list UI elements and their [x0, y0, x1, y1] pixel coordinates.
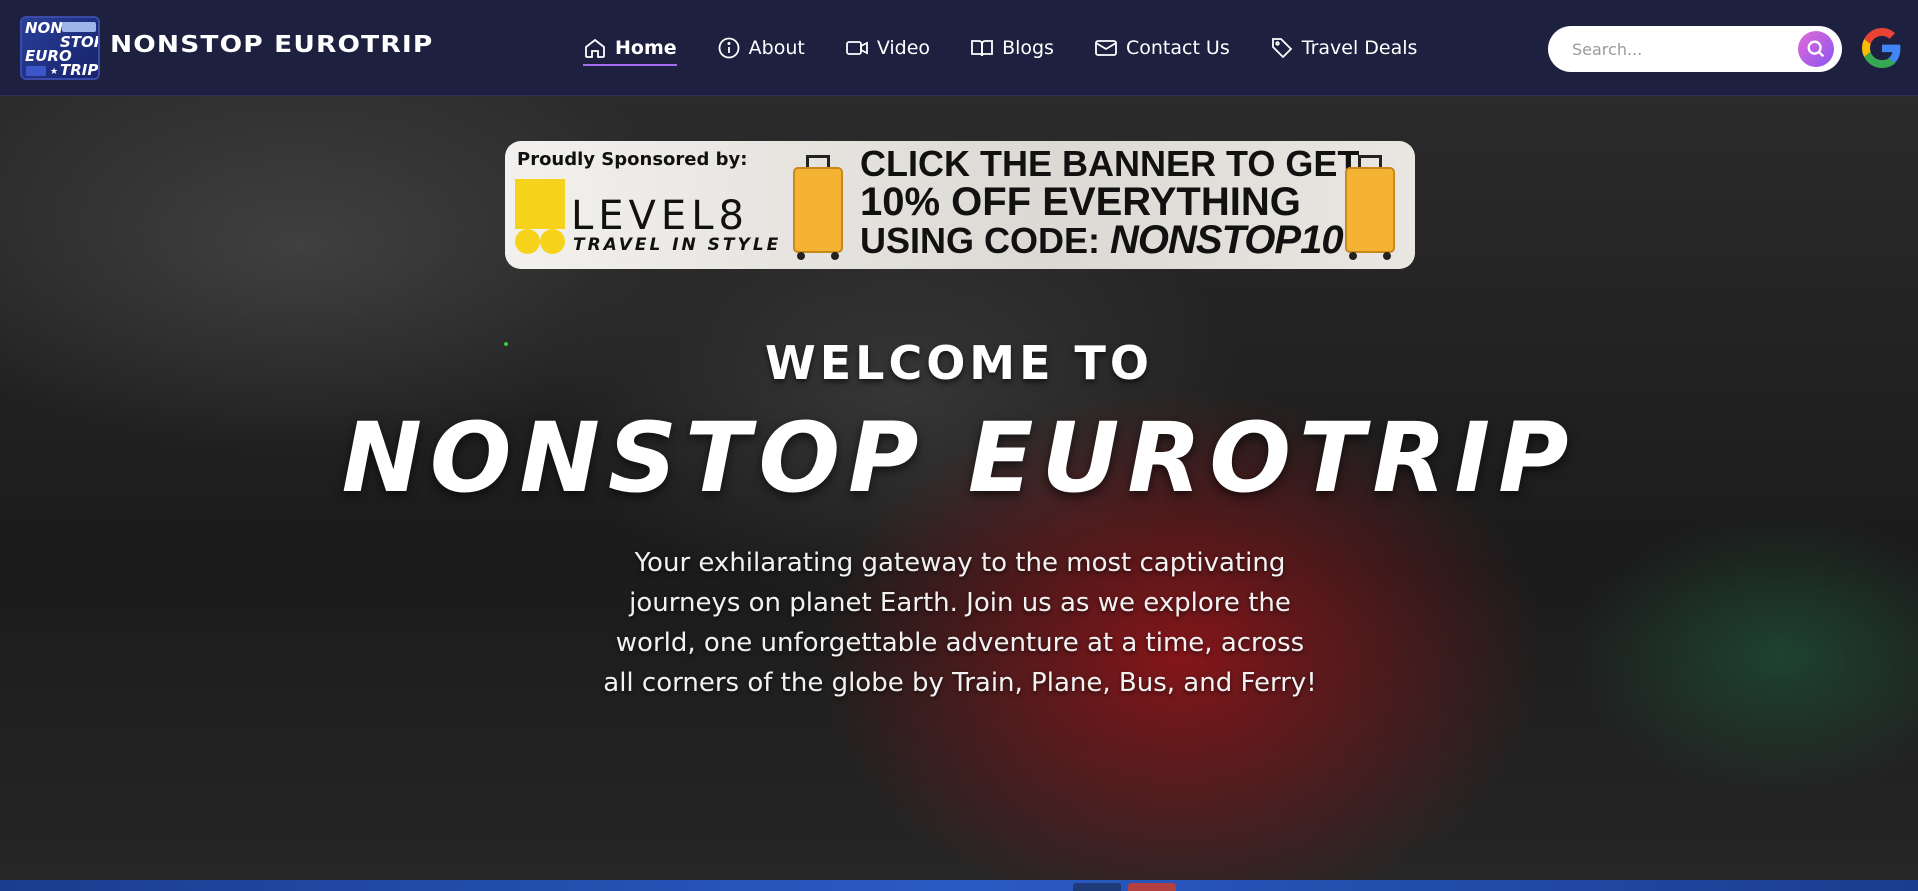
promo-text: CLICK THE BANNER TO GET 10% OFF EVERYTHI…	[860, 143, 1360, 262]
main-nav: Home About Video Blogs Contact Us Travel…	[583, 0, 1457, 96]
nav-label: Blogs	[1002, 37, 1054, 59]
promo-line-3: USING CODE: NONSTOP10	[860, 218, 1359, 262]
sponsor-label: Proudly Sponsored by:	[517, 149, 748, 170]
book-open-icon	[971, 40, 993, 57]
level8-logo-square	[515, 179, 565, 229]
suitcase-image	[793, 155, 843, 261]
tag-icon	[1271, 38, 1293, 59]
nav-item-blogs[interactable]: Blogs	[970, 28, 1054, 68]
promo-code: NONSTOP10	[1110, 218, 1344, 262]
video-camera-icon	[845, 41, 868, 55]
eu-flag-graphic	[26, 66, 46, 76]
bottom-bar	[0, 880, 1918, 891]
nav-item-travel-deals[interactable]: Travel Deals	[1270, 28, 1418, 68]
welcome-heading: WELCOME TO	[764, 336, 1154, 390]
nav-label: Video	[876, 37, 931, 59]
search-icon	[1807, 40, 1825, 58]
sponsor-banner[interactable]: Proudly Sponsored by: LEVEL8 TRAVEL IN S…	[505, 141, 1415, 269]
promo-prefix: USING CODE:	[860, 220, 1111, 261]
star-icon: ★	[50, 67, 59, 77]
nav-label: Contact Us	[1125, 37, 1230, 59]
bus-graphic	[62, 22, 96, 32]
promo-line-1: CLICK THE BANNER TO GET	[860, 143, 1360, 184]
nav-item-contact-us[interactable]: Contact Us	[1094, 28, 1230, 68]
search-input[interactable]	[1572, 39, 1772, 59]
nav-item-home[interactable]: Home	[583, 28, 677, 68]
nav-item-about[interactable]: About	[717, 28, 805, 68]
search-box	[1548, 26, 1842, 72]
logo-line-1: NON	[25, 19, 63, 37]
bottom-tab[interactable]	[1073, 883, 1121, 891]
top-navbar: NON STOP EURO TRIP ★ NONSTOP EUROTRIP Ho…	[0, 0, 1918, 96]
nav-label: Home	[615, 37, 677, 59]
level8-tagline: TRAVEL IN STYLE	[573, 235, 782, 255]
logo-line-4: TRIP	[60, 61, 99, 79]
mail-icon	[1095, 40, 1117, 56]
google-icon[interactable]	[1862, 28, 1902, 68]
nav-label: About	[748, 37, 805, 59]
site-logo[interactable]: NON STOP EURO TRIP ★	[20, 16, 100, 80]
bottom-tab[interactable]	[1128, 883, 1176, 891]
nav-label: Travel Deals	[1301, 37, 1418, 59]
hero-title: NONSTOP EUROTRIP	[341, 402, 1577, 514]
home-icon	[585, 38, 605, 58]
suitcase-image	[1345, 155, 1395, 261]
hero-tagline: Your exhilarating gateway to the most ca…	[603, 548, 1317, 698]
level8-brand: LEVEL8	[571, 193, 749, 239]
hero-section: Proudly Sponsored by: LEVEL8 TRAVEL IN S…	[0, 96, 1918, 880]
info-icon	[718, 37, 740, 59]
nav-item-video[interactable]: Video	[845, 28, 930, 68]
brand-name[interactable]: NONSTOP EUROTRIP	[110, 32, 433, 58]
level8-logo-circle	[540, 229, 565, 254]
search-button[interactable]	[1798, 31, 1834, 67]
promo-line-2: 10% OFF EVERYTHING	[860, 180, 1301, 224]
level8-logo-circle	[515, 229, 540, 254]
